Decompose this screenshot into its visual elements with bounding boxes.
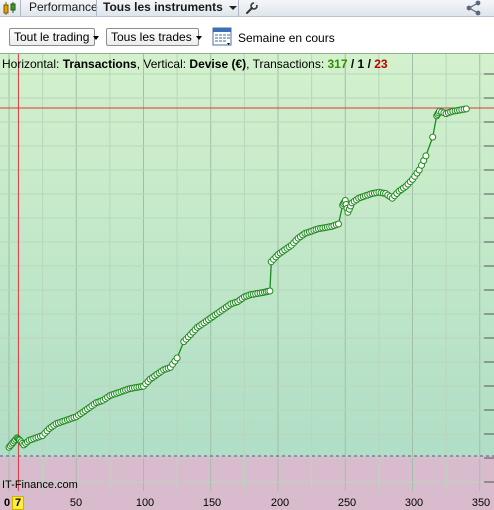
trades-filter-label: Tous les trades xyxy=(111,30,192,44)
x-tick-label: 150 xyxy=(202,497,222,509)
tab-instruments-dropdown[interactable]: Tous les instruments xyxy=(96,0,245,17)
x-tick-label: 200 xyxy=(270,497,290,509)
tab-instruments-label: Tous les instruments xyxy=(103,0,223,14)
equity-plot xyxy=(0,54,494,510)
horizontal-prefix: Horizontal: xyxy=(2,57,63,71)
trade-marker xyxy=(462,105,470,113)
period-calendar-button[interactable] xyxy=(212,26,234,48)
settings-tab[interactable] xyxy=(238,0,262,17)
equity-chart[interactable]: Horizontal: Transactions, Vertical: Devi… xyxy=(0,53,494,510)
x-tick-label: 100 xyxy=(135,497,155,509)
trade-markers xyxy=(5,105,470,451)
transactions-prefix: , Transactions: xyxy=(246,57,328,71)
trading-filter-label: Tout le trading xyxy=(14,30,90,44)
x-tick-label: 50 xyxy=(69,497,83,509)
tab-bar: Performance Tous les instruments xyxy=(0,0,494,17)
x-tick-label: 250 xyxy=(337,497,357,509)
trade-marker xyxy=(429,133,437,141)
watermark: IT-Finance.com xyxy=(2,479,78,491)
cursor-x-label: 7 xyxy=(12,496,24,510)
vertical-prefix: , Vertical: xyxy=(136,57,190,71)
trade-marker xyxy=(422,152,430,160)
tab-performance-label: Performance xyxy=(29,0,98,14)
transactions-total: 317 xyxy=(327,57,348,71)
separator: / xyxy=(347,57,358,71)
trade-marker xyxy=(173,354,181,362)
chart-grid xyxy=(0,54,494,491)
horizontal-value: Transactions xyxy=(62,57,137,71)
vertical-value: Devise (€) xyxy=(189,57,247,71)
candlestick-icon xyxy=(3,2,16,15)
tab-performance[interactable]: Performance xyxy=(20,0,104,17)
chevron-down-icon xyxy=(195,35,202,40)
chevron-down-icon xyxy=(93,35,100,40)
trade-marker xyxy=(266,287,274,295)
share-button[interactable] xyxy=(464,0,490,17)
x-tick-label: 350 xyxy=(471,497,491,509)
filter-toolbar: Tout le trading Tous les trades Semaine … xyxy=(0,17,494,53)
equity-line xyxy=(8,108,467,448)
x-tick-label: 0 xyxy=(4,497,11,509)
transactions-losing: 23 xyxy=(374,57,388,71)
share-icon xyxy=(466,0,481,16)
trade-marker xyxy=(335,220,342,228)
trades-filter-dropdown[interactable]: Tous les trades xyxy=(106,28,202,46)
period-label: Semaine en cours xyxy=(238,31,335,45)
chart-info-line: Horizontal: Transactions, Vertical: Devi… xyxy=(2,57,388,71)
calendar-icon xyxy=(212,27,232,46)
x-tick-label: 300 xyxy=(404,497,424,509)
chart-candle-tab[interactable] xyxy=(2,0,18,17)
trading-filter-dropdown[interactable]: Tout le trading xyxy=(9,28,100,46)
wrench-icon xyxy=(246,2,258,14)
chevron-down-icon xyxy=(228,5,237,10)
separator: / xyxy=(364,57,375,71)
